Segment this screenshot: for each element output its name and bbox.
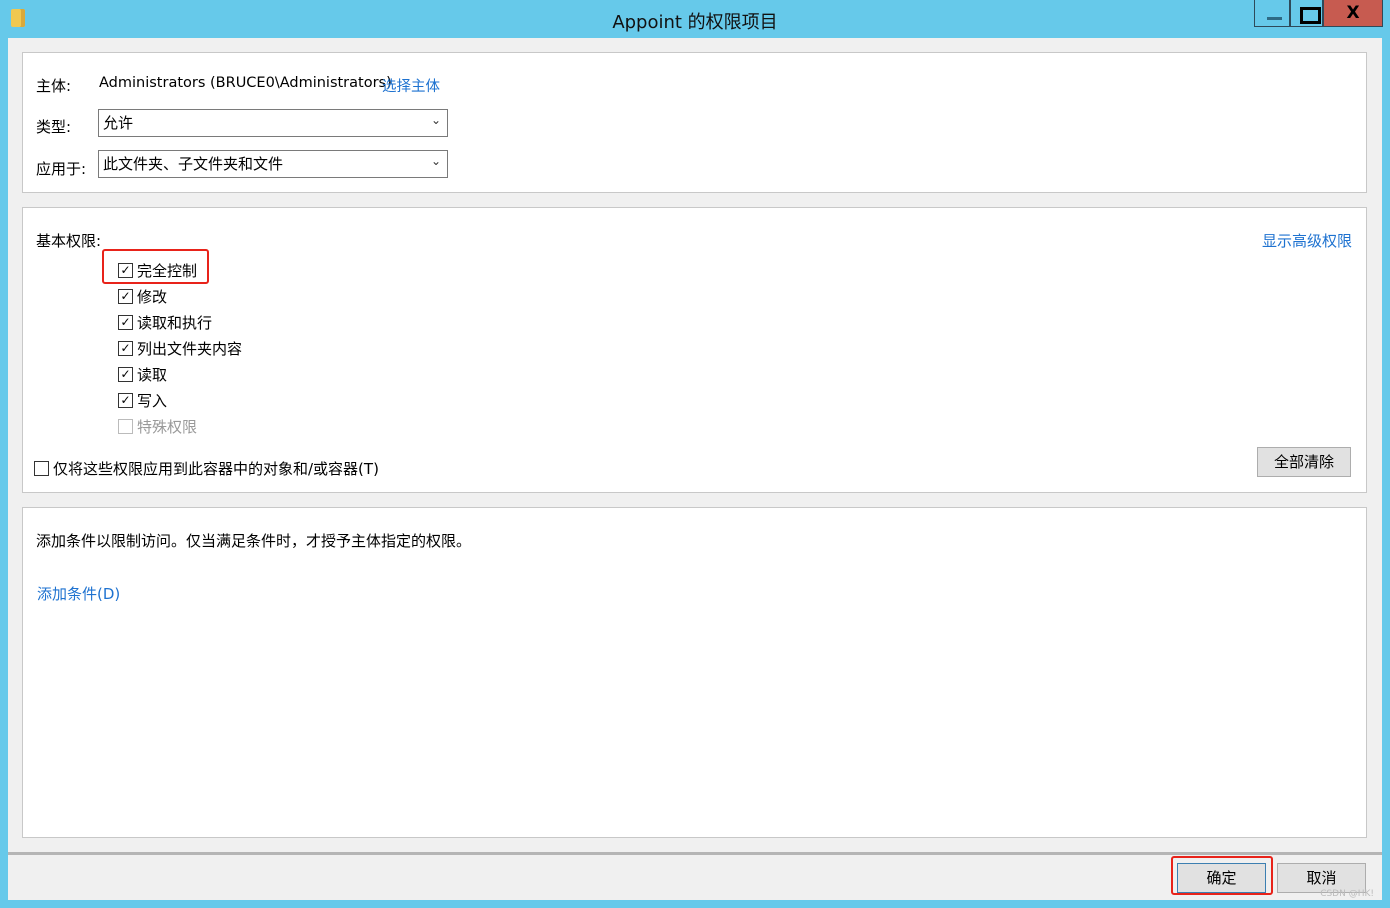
basic-permissions-title: 基本权限: [36,232,102,250]
select-principal-link[interactable]: 选择主体 [382,75,440,96]
watermark: CSDN @HK! [1320,889,1374,899]
principal-label: 主体: [36,77,72,95]
show-advanced-link[interactable]: 显示高级权限 [1262,230,1352,251]
permission-checkbox: 特殊权限 [118,416,197,437]
window-title: Appoint 的权限项目 [612,12,778,33]
conditions-panel: 添加条件以限制访问。仅当满足条件时，才授予主体指定的权限。 添加条件(D) [22,507,1367,838]
principal-panel: 主体: Administrators (BRUCE0\Administrator… [22,52,1367,193]
minimize-button[interactable] [1254,0,1290,27]
maximize-button[interactable] [1290,0,1323,27]
checkbox-box[interactable] [34,461,49,476]
type-select[interactable]: 允许 ⌄ [98,109,448,137]
permission-label: 特殊权限 [137,418,198,436]
applies-to-value: 此文件夹、子文件夹和文件 [103,155,284,173]
container-only-label: 仅将这些权限应用到此容器中的对象和/或容器(T) [53,460,379,478]
permission-label: 列出文件夹内容 [137,340,243,358]
permission-label: 写入 [137,392,168,410]
container-only-checkbox[interactable]: 仅将这些权限应用到此容器中的对象和/或容器(T) [34,458,379,479]
title-bar: Appoint 的权限项目 X [0,0,1390,38]
checkbox-box[interactable]: ✓ [118,341,133,356]
checkbox-box[interactable]: ✓ [118,315,133,330]
applies-to-select[interactable]: 此文件夹、子文件夹和文件 ⌄ [98,150,448,178]
permissions-panel: 基本权限: 显示高级权限 ✓ 完全控制 ✓ 修改 ✓ 读取和执行 ✓ 列出文件夹内容 ✓ 读取 ✓ 写… [22,207,1367,493]
permission-checkbox[interactable]: ✓ 读取 [118,364,167,385]
conditions-description: 添加条件以限制访问。仅当满足条件时，才授予主体指定的权限。 [36,532,472,550]
checkbox-box [118,419,133,434]
close-button[interactable]: X [1323,0,1383,27]
checkbox-box[interactable]: ✓ [118,367,133,382]
highlight-box [102,249,209,284]
footer-divider [8,852,1382,855]
permission-checkbox[interactable]: ✓ 读取和执行 [118,312,212,333]
permission-label: 读取和执行 [137,314,213,332]
permission-checkbox[interactable]: ✓ 写入 [118,390,167,411]
type-value: 允许 [103,114,134,132]
add-condition-link[interactable]: 添加条件(D) [37,583,120,604]
permission-checkbox[interactable]: ✓ 列出文件夹内容 [118,338,242,359]
permission-label: 读取 [137,366,168,384]
dialog-client: 主体: Administrators (BRUCE0\Administrator… [8,38,1382,900]
ok-button[interactable]: 确定 [1177,863,1266,893]
clear-all-button[interactable]: 全部清除 [1257,447,1351,477]
type-label: 类型: [36,118,72,136]
checkbox-box[interactable]: ✓ [118,393,133,408]
permission-checkbox[interactable]: ✓ 修改 [118,286,167,307]
chevron-down-icon: ⌄ [430,113,441,127]
chevron-down-icon: ⌄ [430,154,441,168]
applies-to-label: 应用于: [36,160,87,178]
permission-label: 修改 [137,288,168,306]
principal-value: Administrators (BRUCE0\Administrators) [99,75,392,91]
checkbox-box[interactable]: ✓ [118,289,133,304]
